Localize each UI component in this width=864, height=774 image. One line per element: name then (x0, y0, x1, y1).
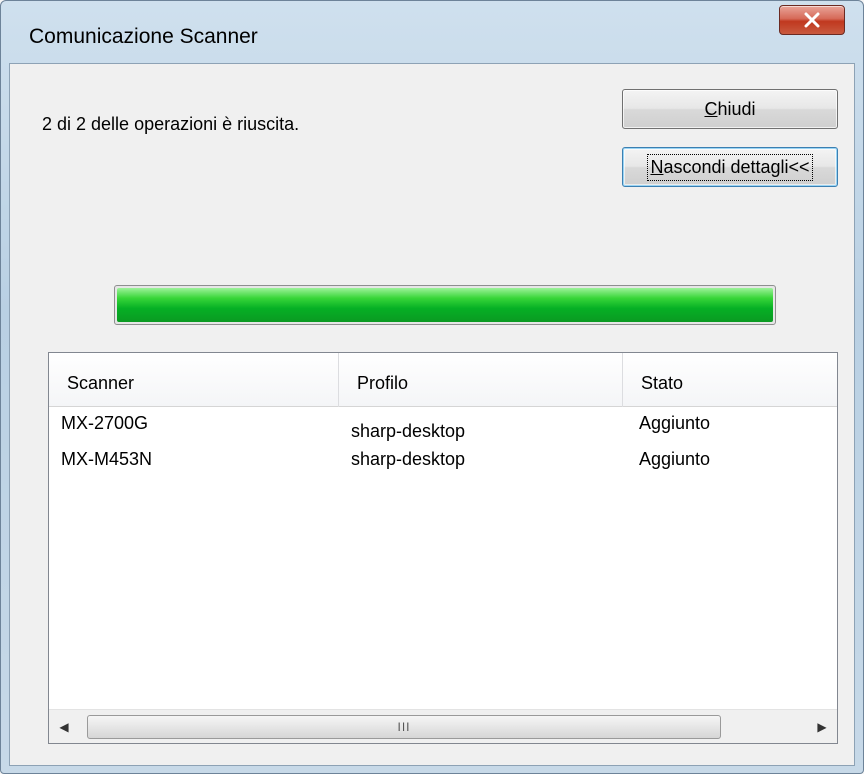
cell-profilo: sharp-desktop (351, 421, 466, 441)
hide-details-button[interactable]: Nascondi dettagli<< (622, 147, 838, 187)
close-button-label: hiudi (717, 98, 756, 119)
title-bar[interactable]: Comunicazione Scanner (1, 1, 863, 63)
cell-stato: Aggiunto (639, 413, 711, 433)
window-close-button[interactable] (779, 5, 845, 35)
scrollbar-thumb[interactable]: III (87, 715, 721, 739)
hide-details-label: ascondi dettagli<< (663, 156, 810, 177)
close-icon (804, 12, 820, 28)
close-button[interactable]: Chiudi (622, 89, 838, 129)
list-header: Scanner Profilo Stato (49, 353, 837, 407)
progress-bar (114, 285, 776, 325)
cell-scanner: MX-2700G (61, 413, 149, 433)
horizontal-scrollbar[interactable]: ◀ III ▶ (49, 709, 837, 743)
focus-rectangle: Nascondi dettagli<< (647, 153, 813, 181)
close-button-mnemonic: C (704, 98, 718, 119)
results-list[interactable]: Scanner Profilo Stato MX-2700G sharp-des… (48, 352, 838, 744)
hide-details-mnemonic: N (650, 156, 664, 177)
progress-fill (117, 288, 773, 322)
window-title: Comunicazione Scanner (29, 25, 258, 48)
cell-scanner: MX-M453N (61, 449, 153, 469)
cell-profilo: sharp-desktop (351, 449, 466, 469)
scroll-left-icon[interactable]: ◀ (55, 718, 73, 736)
scroll-right-icon[interactable]: ▶ (813, 718, 831, 736)
table-row[interactable]: MX-2700G sharp-desktop Aggiunto (49, 413, 837, 445)
status-message: 2 di 2 delle operazioni è riuscita. (42, 114, 300, 134)
column-header-stato[interactable]: Stato (623, 353, 839, 407)
column-header-scanner[interactable]: Scanner (49, 353, 339, 407)
column-header-profilo[interactable]: Profilo (339, 353, 623, 407)
table-row[interactable]: MX-M453N sharp-desktop Aggiunto (49, 449, 837, 481)
grip-icon: III (397, 720, 411, 734)
cell-stato: Aggiunto (639, 449, 711, 469)
